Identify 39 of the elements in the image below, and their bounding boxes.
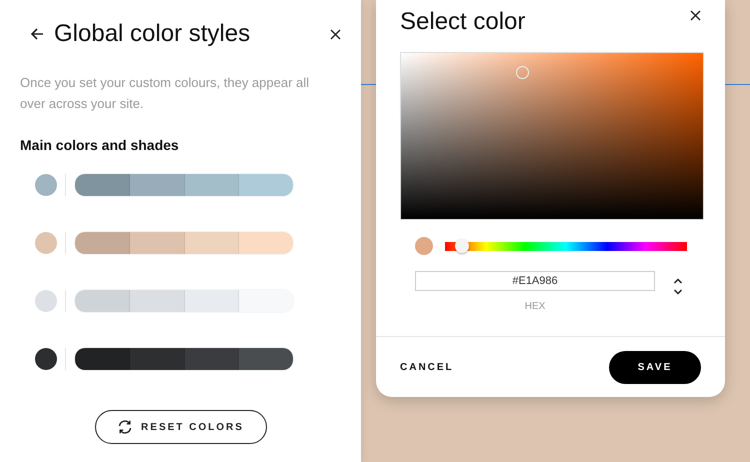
shade-swatch[interactable] xyxy=(239,232,293,254)
hex-input[interactable]: #E1A986 xyxy=(415,271,655,291)
shade-swatch[interactable] xyxy=(130,232,184,254)
back-arrow-icon[interactable] xyxy=(30,27,44,41)
hue-slider[interactable] xyxy=(445,242,687,250)
shade-swatch[interactable] xyxy=(184,174,240,196)
shade-swatch[interactable] xyxy=(130,174,184,196)
shade-swatch[interactable] xyxy=(239,348,293,370)
shade-swatch[interactable] xyxy=(130,290,184,312)
shade-swatch[interactable] xyxy=(75,174,130,196)
cancel-button[interactable]: CANCEL xyxy=(400,362,454,372)
panel-description: Once you set your custom colours, they appear all over across your site. xyxy=(20,74,310,113)
shade-swatch[interactable] xyxy=(75,348,130,370)
color-swatch[interactable] xyxy=(35,348,57,370)
picker-cursor[interactable] xyxy=(516,66,530,79)
shade-swatch[interactable] xyxy=(75,232,130,254)
refresh-icon xyxy=(117,419,134,435)
close-icon[interactable] xyxy=(330,28,341,40)
shade-swatch[interactable] xyxy=(130,348,184,370)
shade-swatch[interactable] xyxy=(239,290,293,312)
saturation-picker[interactable] xyxy=(400,52,704,220)
shade-swatch[interactable] xyxy=(184,232,240,254)
color-swatch[interactable] xyxy=(35,290,57,312)
color-swatch[interactable] xyxy=(35,232,57,254)
panel-title: Global color styles xyxy=(54,20,252,48)
hue-thumb[interactable] xyxy=(454,238,469,252)
close-icon[interactable] xyxy=(690,10,701,21)
color-swatch[interactable] xyxy=(35,174,57,196)
current-color-swatch xyxy=(415,237,433,255)
dialog-title: Select color xyxy=(400,8,526,37)
up-down-chevron-icon[interactable] xyxy=(673,277,683,297)
hex-label: HEX xyxy=(524,301,546,312)
reset-colors-button[interactable]: RESET COLORS xyxy=(94,410,266,444)
shade-swatch[interactable] xyxy=(184,348,240,370)
shade-swatch[interactable] xyxy=(75,290,130,312)
save-button[interactable]: SAVE xyxy=(609,350,701,384)
shade-swatch[interactable] xyxy=(184,290,240,312)
section-title: Main colors and shades xyxy=(20,137,180,153)
shade-swatch[interactable] xyxy=(239,174,293,196)
